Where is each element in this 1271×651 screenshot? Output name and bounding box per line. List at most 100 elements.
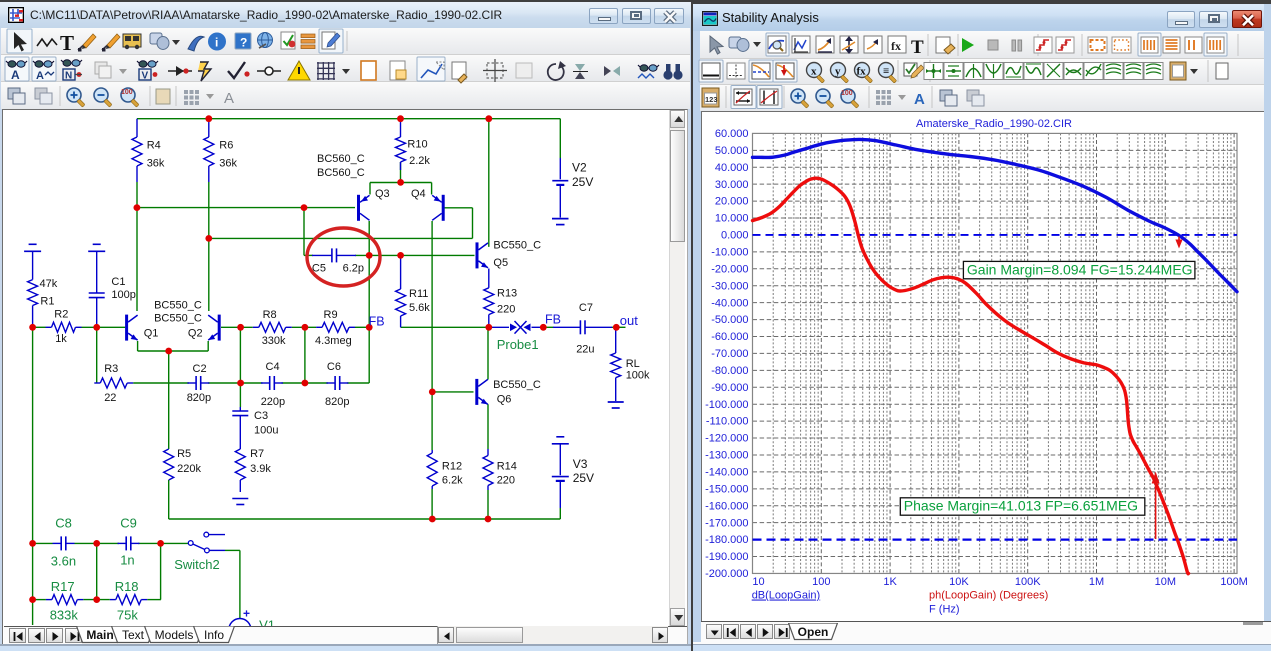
- svg-text:-80.000: -80.000: [711, 365, 748, 377]
- svg-text:BC560_C: BC560_C: [317, 167, 365, 179]
- svg-text:220p: 220p: [261, 396, 285, 408]
- svg-text:10K: 10K: [949, 576, 969, 588]
- svg-text:1M: 1M: [1089, 576, 1104, 588]
- svg-text:FB: FB: [545, 312, 561, 326]
- svg-text:25V: 25V: [573, 471, 594, 485]
- svg-text:-200.000: -200.000: [705, 568, 748, 580]
- svg-text:V3: V3: [573, 457, 588, 471]
- svg-text:out: out: [620, 313, 638, 328]
- svg-text:-160.000: -160.000: [705, 500, 748, 512]
- svg-text:BC550_C: BC550_C: [154, 312, 202, 324]
- svg-text:Q3: Q3: [375, 188, 390, 200]
- svg-text:5.6k: 5.6k: [409, 302, 430, 314]
- svg-text:100K: 100K: [1015, 576, 1041, 588]
- svg-text:+: +: [243, 607, 250, 621]
- svg-text:C6: C6: [327, 361, 341, 373]
- svg-text:R17: R17: [51, 579, 75, 594]
- svg-text:Open: Open: [798, 625, 829, 639]
- svg-text:36k: 36k: [147, 157, 165, 169]
- svg-text:-140.000: -140.000: [705, 467, 748, 479]
- svg-text:22u: 22u: [576, 344, 594, 356]
- svg-text:R18: R18: [115, 579, 139, 594]
- svg-text:820p: 820p: [325, 396, 349, 408]
- svg-text:R12: R12: [442, 460, 462, 472]
- svg-text:BC560_C: BC560_C: [317, 153, 365, 165]
- svg-text:C4: C4: [266, 361, 280, 373]
- svg-text:C7: C7: [579, 302, 593, 314]
- svg-text:6.2k: 6.2k: [442, 475, 463, 487]
- svg-text:330k: 330k: [262, 335, 286, 347]
- svg-text:36k: 36k: [219, 157, 237, 169]
- svg-text:-20.000: -20.000: [711, 263, 748, 275]
- svg-text:R2: R2: [54, 308, 68, 320]
- svg-text:10: 10: [752, 576, 764, 588]
- svg-text:-110.000: -110.000: [706, 416, 749, 428]
- svg-text:C2: C2: [193, 363, 207, 375]
- svg-text:Q6: Q6: [497, 393, 512, 405]
- svg-text:100p: 100p: [111, 289, 135, 301]
- svg-text:2.2k: 2.2k: [409, 155, 430, 167]
- svg-text:BC550_C: BC550_C: [493, 379, 541, 391]
- svg-text:-90.000: -90.000: [711, 382, 748, 394]
- svg-text:Models: Models: [155, 628, 194, 642]
- svg-text:3.9k: 3.9k: [250, 463, 271, 475]
- svg-text:x: x: [811, 66, 817, 78]
- svg-text:1k: 1k: [55, 333, 67, 345]
- svg-text:R5: R5: [177, 448, 191, 460]
- svg-text:-70.000: -70.000: [711, 348, 748, 360]
- svg-text:F (Hz): F (Hz): [929, 604, 960, 616]
- svg-text:-180.000: -180.000: [705, 534, 748, 546]
- svg-text:6.2p: 6.2p: [343, 263, 364, 275]
- svg-text:-30.000: -30.000: [711, 280, 748, 292]
- svg-text:50.000: 50.000: [715, 145, 749, 157]
- svg-text:100: 100: [841, 90, 853, 97]
- svg-text:C1: C1: [111, 276, 125, 288]
- svg-text:fx: fx: [857, 66, 867, 78]
- svg-text:-120.000: -120.000: [705, 433, 748, 445]
- svg-text:V1: V1: [259, 618, 275, 626]
- svg-text:≡: ≡: [883, 66, 889, 78]
- svg-text:1K: 1K: [883, 576, 897, 588]
- svg-text:220: 220: [497, 475, 515, 487]
- svg-text:ph(LoopGain) (Degrees): ph(LoopGain) (Degrees): [929, 590, 1048, 602]
- svg-text:20.000: 20.000: [715, 196, 749, 208]
- svg-text:C5: C5: [312, 263, 326, 275]
- svg-text:C9: C9: [120, 515, 137, 530]
- svg-text:40.000: 40.000: [715, 162, 749, 174]
- svg-text:100M: 100M: [1220, 576, 1248, 588]
- svg-text:R8: R8: [263, 309, 277, 321]
- svg-text:-150.000: -150.000: [705, 483, 748, 495]
- svg-text:-100.000: -100.000: [705, 399, 748, 411]
- svg-text:Switch2: Switch2: [174, 557, 220, 572]
- svg-text:BC550_C: BC550_C: [493, 239, 541, 251]
- svg-text:Phase Margin=41.013 FP=6.651ME: Phase Margin=41.013 FP=6.651MEG: [904, 498, 1138, 514]
- svg-text:Q2: Q2: [188, 328, 203, 340]
- svg-text:Amaterske_Radio_1990-02.CIR: Amaterske_Radio_1990-02.CIR: [916, 118, 1072, 130]
- svg-text:4.3meg: 4.3meg: [315, 335, 352, 347]
- svg-text:75k: 75k: [117, 608, 138, 623]
- svg-text:-50.000: -50.000: [711, 314, 748, 326]
- svg-text:V2: V2: [572, 161, 587, 175]
- svg-text:10M: 10M: [1155, 576, 1176, 588]
- svg-text:3.6n: 3.6n: [51, 554, 76, 569]
- svg-text:833k: 833k: [50, 608, 79, 623]
- svg-text:R9: R9: [324, 309, 338, 321]
- svg-text:Info: Info: [204, 628, 224, 642]
- svg-text:C8: C8: [55, 515, 72, 530]
- svg-text:R14: R14: [497, 460, 517, 472]
- svg-text:-60.000: -60.000: [711, 331, 748, 343]
- svg-text:123: 123: [705, 95, 718, 104]
- svg-text:BC550_C: BC550_C: [154, 299, 202, 311]
- svg-text:47k: 47k: [40, 278, 58, 290]
- svg-text:100u: 100u: [254, 424, 278, 436]
- svg-text:22: 22: [104, 392, 116, 404]
- svg-text:Gain Margin=8.094 FG=15.244MEG: Gain Margin=8.094 FG=15.244MEG: [967, 261, 1193, 277]
- svg-text:-170.000: -170.000: [705, 517, 748, 529]
- svg-text:30.000: 30.000: [715, 179, 749, 191]
- svg-text:Q1: Q1: [144, 328, 159, 340]
- svg-text:220: 220: [497, 304, 515, 316]
- svg-text:0.000: 0.000: [721, 230, 749, 242]
- svg-text:T: T: [911, 37, 924, 58]
- svg-text:100k: 100k: [626, 370, 650, 382]
- svg-text:Q4: Q4: [411, 188, 426, 200]
